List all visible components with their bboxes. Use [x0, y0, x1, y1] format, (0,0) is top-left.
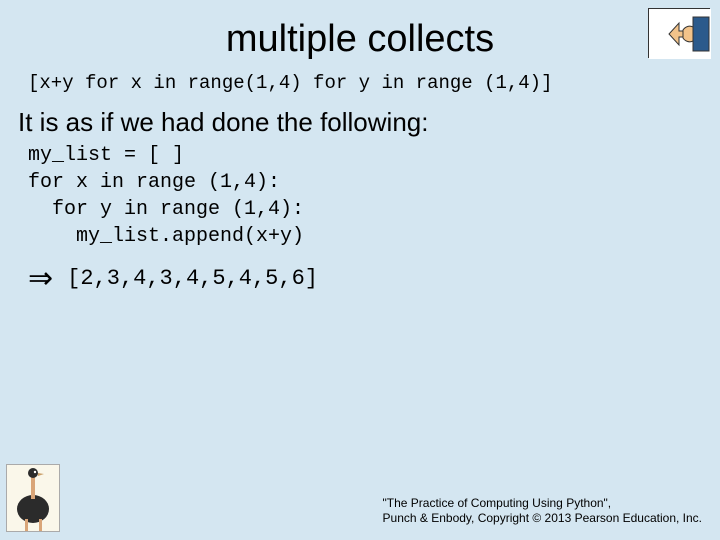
result-row: ⇒ [2,3,4,3,4,5,4,5,6] — [0, 250, 720, 294]
code-line-3: for y in range (1,4): — [28, 198, 304, 221]
body-text: It is as if we had done the following: — [0, 97, 720, 142]
code-list-comprehension: [x+y for x in range(1,4) for y in range … — [0, 71, 720, 97]
footer-line-2: Punch & Enbody, Copyright © 2013 Pearson… — [383, 511, 702, 526]
slide: multiple collects [x+y for x in range(1,… — [0, 0, 720, 540]
footer-line-1: "The Practice of Computing Using Python"… — [383, 496, 702, 511]
code-line-2: for x in range (1,4): — [28, 171, 280, 194]
implies-arrow-icon: ⇒ — [28, 264, 53, 294]
slide-title: multiple collects — [0, 0, 720, 71]
ostrich-icon — [6, 464, 60, 532]
result-list: [2,3,4,3,4,5,4,5,6] — [67, 266, 318, 291]
pointing-hand-icon — [648, 8, 710, 58]
code-line-4: my_list.append(x+y) — [28, 225, 304, 248]
footer-copyright: "The Practice of Computing Using Python"… — [383, 496, 702, 526]
code-expanded: my_list = [ ] for x in range (1,4): for … — [0, 142, 720, 250]
code-line-1: my_list = [ ] — [28, 144, 184, 167]
